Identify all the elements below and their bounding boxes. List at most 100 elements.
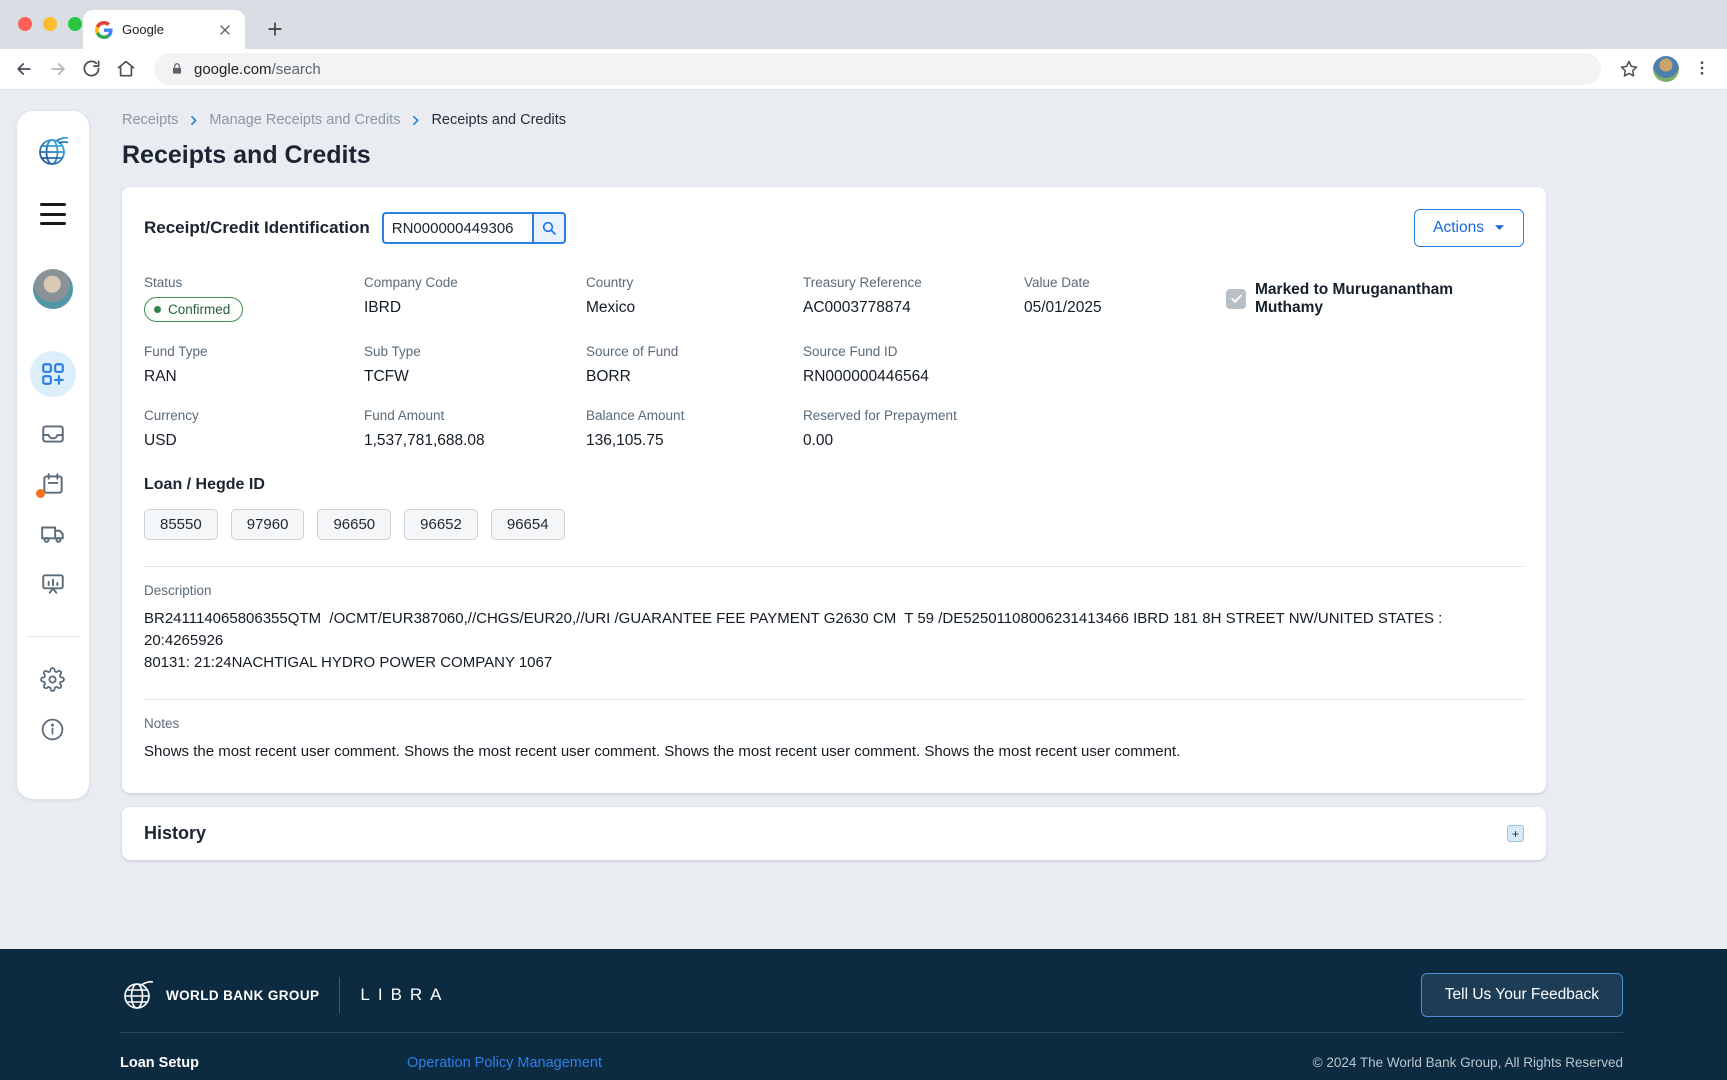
back-icon[interactable] xyxy=(14,59,34,79)
field-company-code: Company Code IBRD xyxy=(364,275,586,322)
inbox-icon xyxy=(40,421,66,447)
footer-brand-divider xyxy=(339,977,340,1013)
field-country: Country Mexico xyxy=(586,275,803,322)
world-bank-group-footer-logo xyxy=(120,977,156,1013)
chevron-right-icon xyxy=(187,114,200,127)
footer-app-name: LIBRA xyxy=(360,985,449,1005)
field-marked-to: Marked to Muruganantham Muthamy xyxy=(1226,281,1524,317)
url-domain: google.com xyxy=(194,61,272,78)
field-source-fund-id: Source Fund ID RN000000446564 xyxy=(803,344,1024,386)
breadcrumb: Receipts Manage Receipts and Credits Rec… xyxy=(122,112,1546,128)
description-label: Description xyxy=(144,583,1524,598)
description-text: BR241114065806355QTM /OCMT/EUR387060,//C… xyxy=(144,608,1524,673)
window-close-button[interactable] xyxy=(18,17,32,31)
actions-button[interactable]: Actions xyxy=(1414,209,1524,247)
status-badge: Confirmed xyxy=(144,297,243,322)
identification-label: Receipt/Credit Identification xyxy=(144,218,370,238)
sidebar-divider xyxy=(26,636,80,637)
window-zoom-button[interactable] xyxy=(68,17,82,31)
marked-to-checkbox[interactable] xyxy=(1226,289,1246,309)
settings-gear-icon xyxy=(40,667,65,692)
field-balance-amount: Balance Amount 136,105.75 xyxy=(586,408,803,450)
loan-hedge-section: Loan / Hegde ID 85550 97960 96650 96652 … xyxy=(144,476,1524,540)
footer: WORLD BANK GROUP LIBRA Tell Us Your Feed… xyxy=(0,949,1727,1080)
sidebar-item-shipments[interactable] xyxy=(40,521,66,547)
home-icon[interactable] xyxy=(116,59,136,79)
kebab-menu-icon[interactable] xyxy=(1693,59,1713,79)
sidebar-item-settings[interactable] xyxy=(40,667,66,693)
new-tab-button[interactable] xyxy=(262,16,288,42)
marked-to-label: Marked to Muruganantham Muthamy xyxy=(1255,281,1524,317)
sidebar-item-inbox[interactable] xyxy=(40,421,66,447)
field-source-of-fund: Source of Fund BORR xyxy=(586,344,803,386)
field-fund-amount: Fund Amount 1,537,781,688.08 xyxy=(364,408,586,450)
history-title: History xyxy=(144,823,206,844)
lock-icon[interactable] xyxy=(170,62,184,76)
footer-link-operation-policy[interactable]: Operation Policy Management xyxy=(407,1055,602,1071)
section-divider xyxy=(144,699,1524,700)
window-controls xyxy=(18,17,82,31)
sidebar-item-calendar[interactable] xyxy=(40,471,66,497)
notes-label: Notes xyxy=(144,716,1524,731)
loan-hedge-label: Loan / Hegde ID xyxy=(144,476,1524,494)
forward-icon[interactable] xyxy=(48,59,68,79)
loan-id-chip[interactable]: 96654 xyxy=(491,509,565,540)
search-icon xyxy=(541,220,557,236)
loan-id-chip[interactable]: 96650 xyxy=(317,509,391,540)
section-divider xyxy=(144,566,1524,567)
google-favicon xyxy=(95,21,113,39)
truck-icon xyxy=(40,521,66,547)
field-status: Status Confirmed xyxy=(144,275,364,322)
loan-id-chip[interactable]: 96652 xyxy=(404,509,478,540)
breadcrumb-manage-receipts[interactable]: Manage Receipts and Credits xyxy=(209,112,400,128)
tab-close-icon[interactable] xyxy=(217,22,233,38)
chevron-down-icon xyxy=(1494,224,1505,232)
presentation-chart-icon xyxy=(40,571,66,597)
status-dot-icon xyxy=(154,306,161,313)
browser-tab-strip: Google xyxy=(0,0,1727,49)
field-reserved-for-prepayment: Reserved for Prepayment 0.00 xyxy=(803,408,1024,450)
main-content: Receipts Manage Receipts and Credits Rec… xyxy=(122,90,1546,860)
history-expand-button[interactable]: + xyxy=(1507,825,1524,842)
field-fund-type: Fund Type RAN xyxy=(144,344,364,386)
url-text: google.com/search xyxy=(194,61,321,78)
feedback-button[interactable]: Tell Us Your Feedback xyxy=(1421,973,1623,1017)
apps-grid-add-icon xyxy=(40,361,66,387)
url-path: /search xyxy=(272,61,321,78)
breadcrumb-current: Receipts and Credits xyxy=(431,112,566,128)
address-bar[interactable]: google.com/search xyxy=(154,53,1601,85)
browser-toolbar: google.com/search xyxy=(0,49,1727,90)
footer-link-loan-setup[interactable]: Loan Setup xyxy=(120,1055,199,1071)
search-button[interactable] xyxy=(532,212,566,244)
identification-input[interactable] xyxy=(382,212,532,244)
chevron-right-icon xyxy=(409,114,422,127)
world-bank-logo[interactable] xyxy=(35,133,71,169)
loan-id-chip[interactable]: 85550 xyxy=(144,509,218,540)
sidebar-item-apps-active[interactable] xyxy=(30,351,76,397)
bookmark-star-icon[interactable] xyxy=(1619,59,1639,79)
page-title: Receipts and Credits xyxy=(122,141,1546,170)
sidebar-item-info[interactable] xyxy=(40,717,66,743)
footer-divider xyxy=(120,1032,1623,1033)
footer-copyright: © 2024 The World Bank Group, All Rights … xyxy=(1313,1055,1623,1070)
window-minimize-button[interactable] xyxy=(43,17,57,31)
loan-id-chip[interactable]: 97960 xyxy=(231,509,305,540)
browser-profile-avatar[interactable] xyxy=(1653,56,1679,82)
hamburger-menu-icon[interactable] xyxy=(40,203,66,225)
sidebar-item-reports[interactable] xyxy=(40,571,66,597)
history-section: History + xyxy=(122,807,1546,860)
browser-tab[interactable]: Google xyxy=(83,10,245,49)
receipt-details-card: Receipt/Credit Identification Actions xyxy=(122,187,1546,793)
info-icon xyxy=(40,717,65,742)
field-sub-type: Sub Type TCFW xyxy=(364,344,586,386)
sidebar xyxy=(17,111,89,799)
user-avatar[interactable] xyxy=(33,269,73,309)
breadcrumb-receipts[interactable]: Receipts xyxy=(122,112,178,128)
notes-text: Shows the most recent user comment. Show… xyxy=(144,741,1524,763)
reload-icon[interactable] xyxy=(82,59,102,79)
field-value-date: Value Date 05/01/2025 xyxy=(1024,275,1226,322)
field-treasury-reference: Treasury Reference AC0003778874 xyxy=(803,275,1024,322)
page-body: Receipts Manage Receipts and Credits Rec… xyxy=(0,90,1727,949)
footer-brand-text: WORLD BANK GROUP xyxy=(166,988,319,1003)
tab-title: Google xyxy=(122,22,208,37)
